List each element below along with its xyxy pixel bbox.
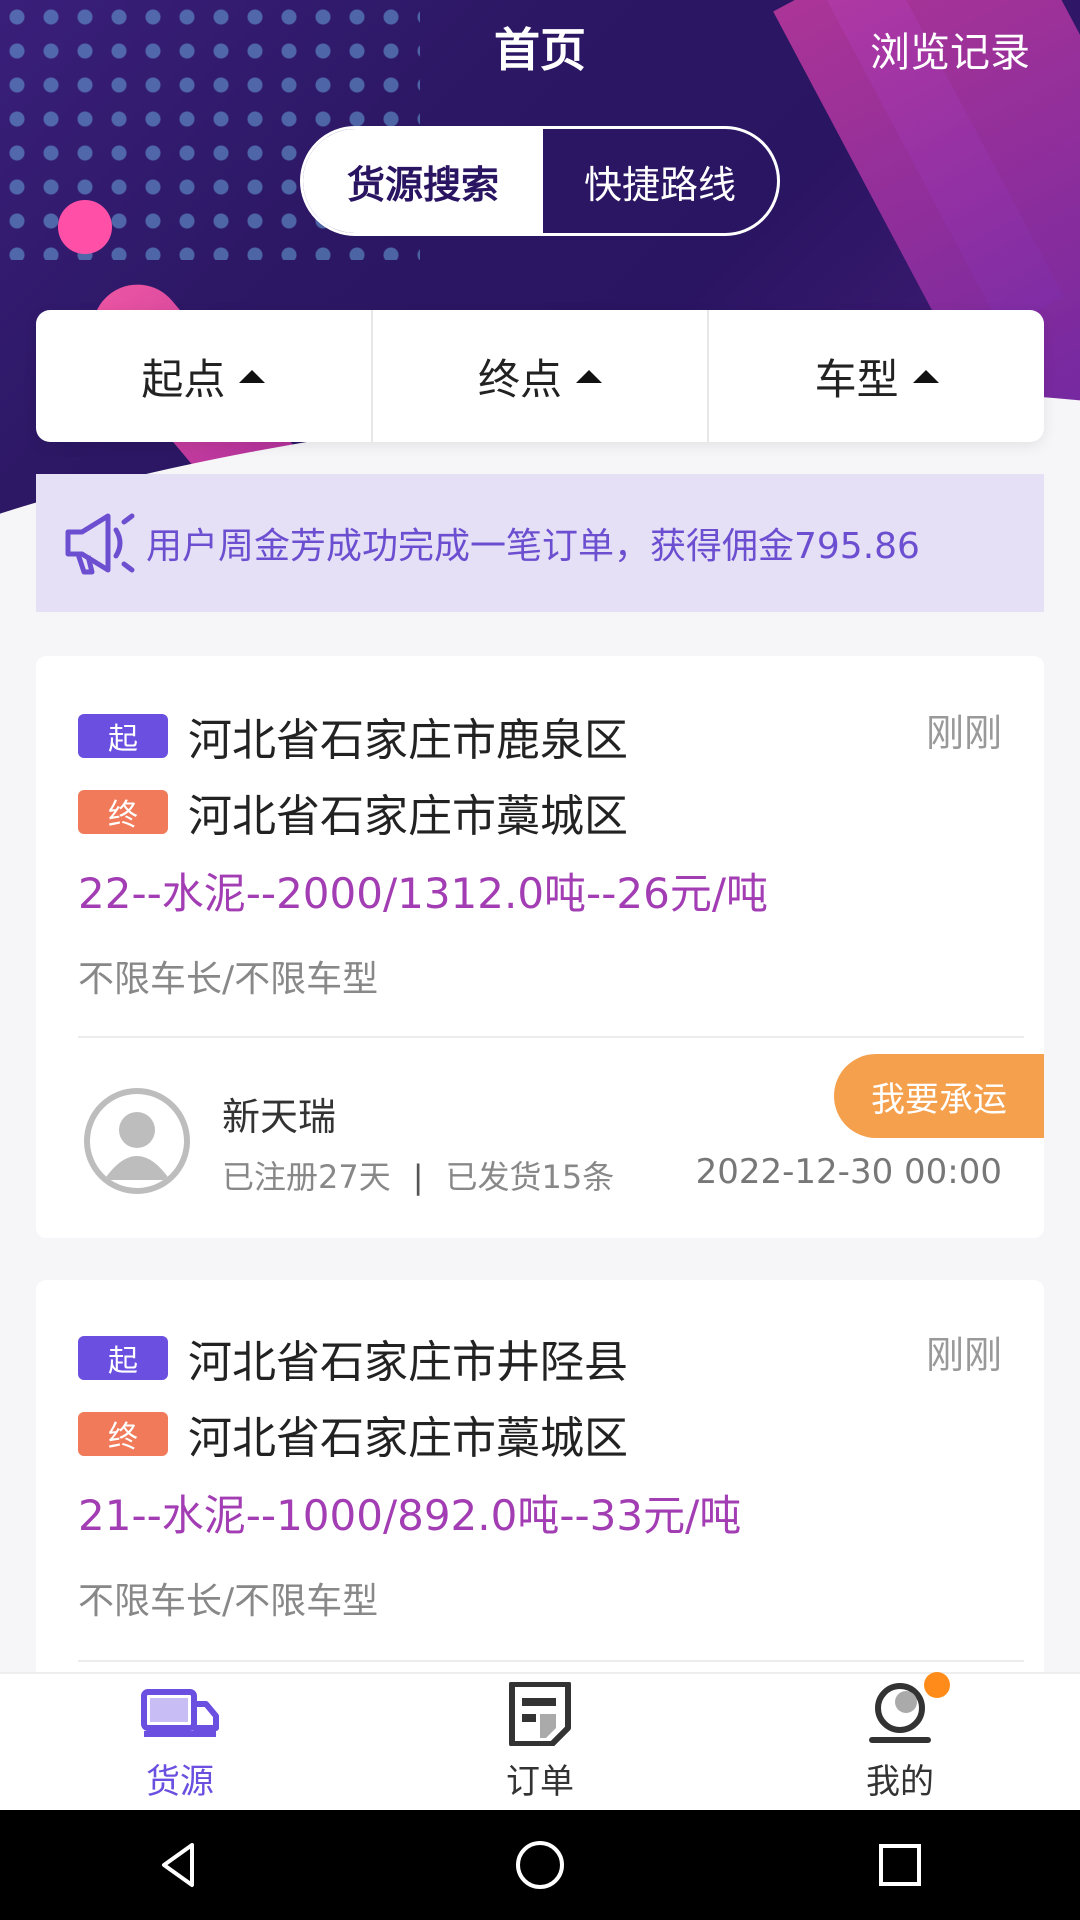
back-icon[interactable] — [152, 1837, 208, 1893]
tab-profile[interactable]: 我的 — [720, 1671, 1080, 1810]
post-time: 刚刚 — [925, 1333, 1002, 1377]
divider — [78, 1036, 1024, 1038]
caret-up-icon — [239, 369, 266, 383]
origin-tag: 起 — [78, 1336, 168, 1380]
stats-separator: | — [412, 1158, 424, 1196]
cargo-card[interactable]: 起 河北省石家庄市井陉县 刚刚 终 河北省石家庄市藁城区 21--水泥--100… — [36, 1280, 1044, 1680]
shipper-stats: 已注册27天 | 已发货15条 — [222, 1152, 614, 1198]
filter-vehicle-type[interactable]: 车型 — [709, 310, 1044, 442]
tab-quick-routes[interactable]: 快捷路线 — [543, 129, 777, 233]
profile-icon-wrap — [860, 1671, 950, 1746]
origin-tag: 起 — [78, 714, 168, 758]
shipped-count: 已发货15条 — [445, 1158, 615, 1196]
vehicle-requirement: 不限车长/不限车型 — [78, 959, 379, 1000]
accept-button[interactable]: 我要承运 — [834, 1054, 1044, 1138]
destination-tag: 终 — [78, 790, 168, 834]
avatar[interactable] — [84, 1088, 190, 1194]
origin-address: 河北省石家庄市鹿泉区 — [188, 715, 628, 766]
home-icon[interactable] — [512, 1837, 568, 1893]
tab-orders[interactable]: 订单 — [360, 1674, 720, 1810]
filter-origin-label: 起点 — [141, 354, 226, 404]
order-icon — [509, 1681, 571, 1746]
system-navigation-bar — [0, 1810, 1080, 1920]
notice-banner: 用户周金芳成功完成一笔订单，获得佣金795.86 — [36, 474, 1044, 612]
filter-destination[interactable]: 终点 — [373, 310, 710, 442]
truck-icon — [141, 1688, 219, 1737]
destination-address: 河北省石家庄市藁城区 — [188, 1413, 628, 1464]
filter-vehicle-type-label: 车型 — [814, 354, 899, 404]
destination-address: 河北省石家庄市藁城区 — [188, 791, 628, 842]
filter-destination-label: 终点 — [478, 354, 563, 404]
bottom-tab-bar: 货源 订单 我的 — [0, 1671, 1080, 1810]
origin-row: 起 河北省石家庄市井陉县 — [78, 1326, 628, 1390]
cargo-card[interactable]: 起 河北省石家庄市鹿泉区 刚刚 终 河北省石家庄市藁城区 22--水泥--200… — [36, 656, 1044, 1238]
segment-control: 货源搜索 快捷路线 — [300, 126, 780, 236]
history-button[interactable]: 浏览记录 — [870, 20, 1030, 78]
user-icon — [104, 1112, 170, 1180]
caret-up-icon — [576, 369, 603, 383]
destination-tag: 终 — [78, 1412, 168, 1456]
tab-orders-label: 订单 — [506, 1761, 574, 1802]
notification-badge — [924, 1671, 950, 1698]
registered-days: 已注册27天 — [222, 1158, 391, 1196]
megaphone-icon — [65, 513, 135, 575]
circle-decoration — [58, 200, 112, 254]
notice-text: 用户周金芳成功完成一笔订单，获得佣金795.86 — [146, 526, 920, 567]
post-time: 刚刚 — [925, 711, 1002, 755]
filter-bar: 起点 终点 车型 — [36, 310, 1044, 442]
vehicle-requirement: 不限车长/不限车型 — [78, 1581, 379, 1622]
filter-origin[interactable]: 起点 — [36, 310, 373, 442]
origin-row: 起 河北省石家庄市鹿泉区 — [78, 704, 628, 768]
tab-cargo[interactable]: 货源 — [0, 1674, 360, 1810]
tab-cargo-label: 货源 — [146, 1761, 214, 1802]
origin-address: 河北省石家庄市井陉县 — [188, 1337, 628, 1388]
recents-icon[interactable] — [872, 1837, 928, 1893]
divider — [78, 1660, 1024, 1662]
tab-cargo-search[interactable]: 货源搜索 — [303, 129, 543, 233]
tab-profile-label: 我的 — [866, 1761, 934, 1802]
caret-up-icon — [912, 369, 939, 383]
destination-row: 终 河北省石家庄市藁城区 — [78, 1402, 628, 1466]
shipper-name: 新天瑞 — [222, 1095, 337, 1139]
goods-info: 22--水泥--2000/1312.0吨--26元/吨 — [78, 869, 768, 918]
destination-row: 终 河北省石家庄市藁城区 — [78, 780, 628, 844]
post-date: 2022-12-30 00:00 — [695, 1152, 1002, 1192]
header-background — [0, 0, 1080, 540]
goods-info: 21--水泥--1000/892.0吨--33元/吨 — [78, 1491, 742, 1540]
